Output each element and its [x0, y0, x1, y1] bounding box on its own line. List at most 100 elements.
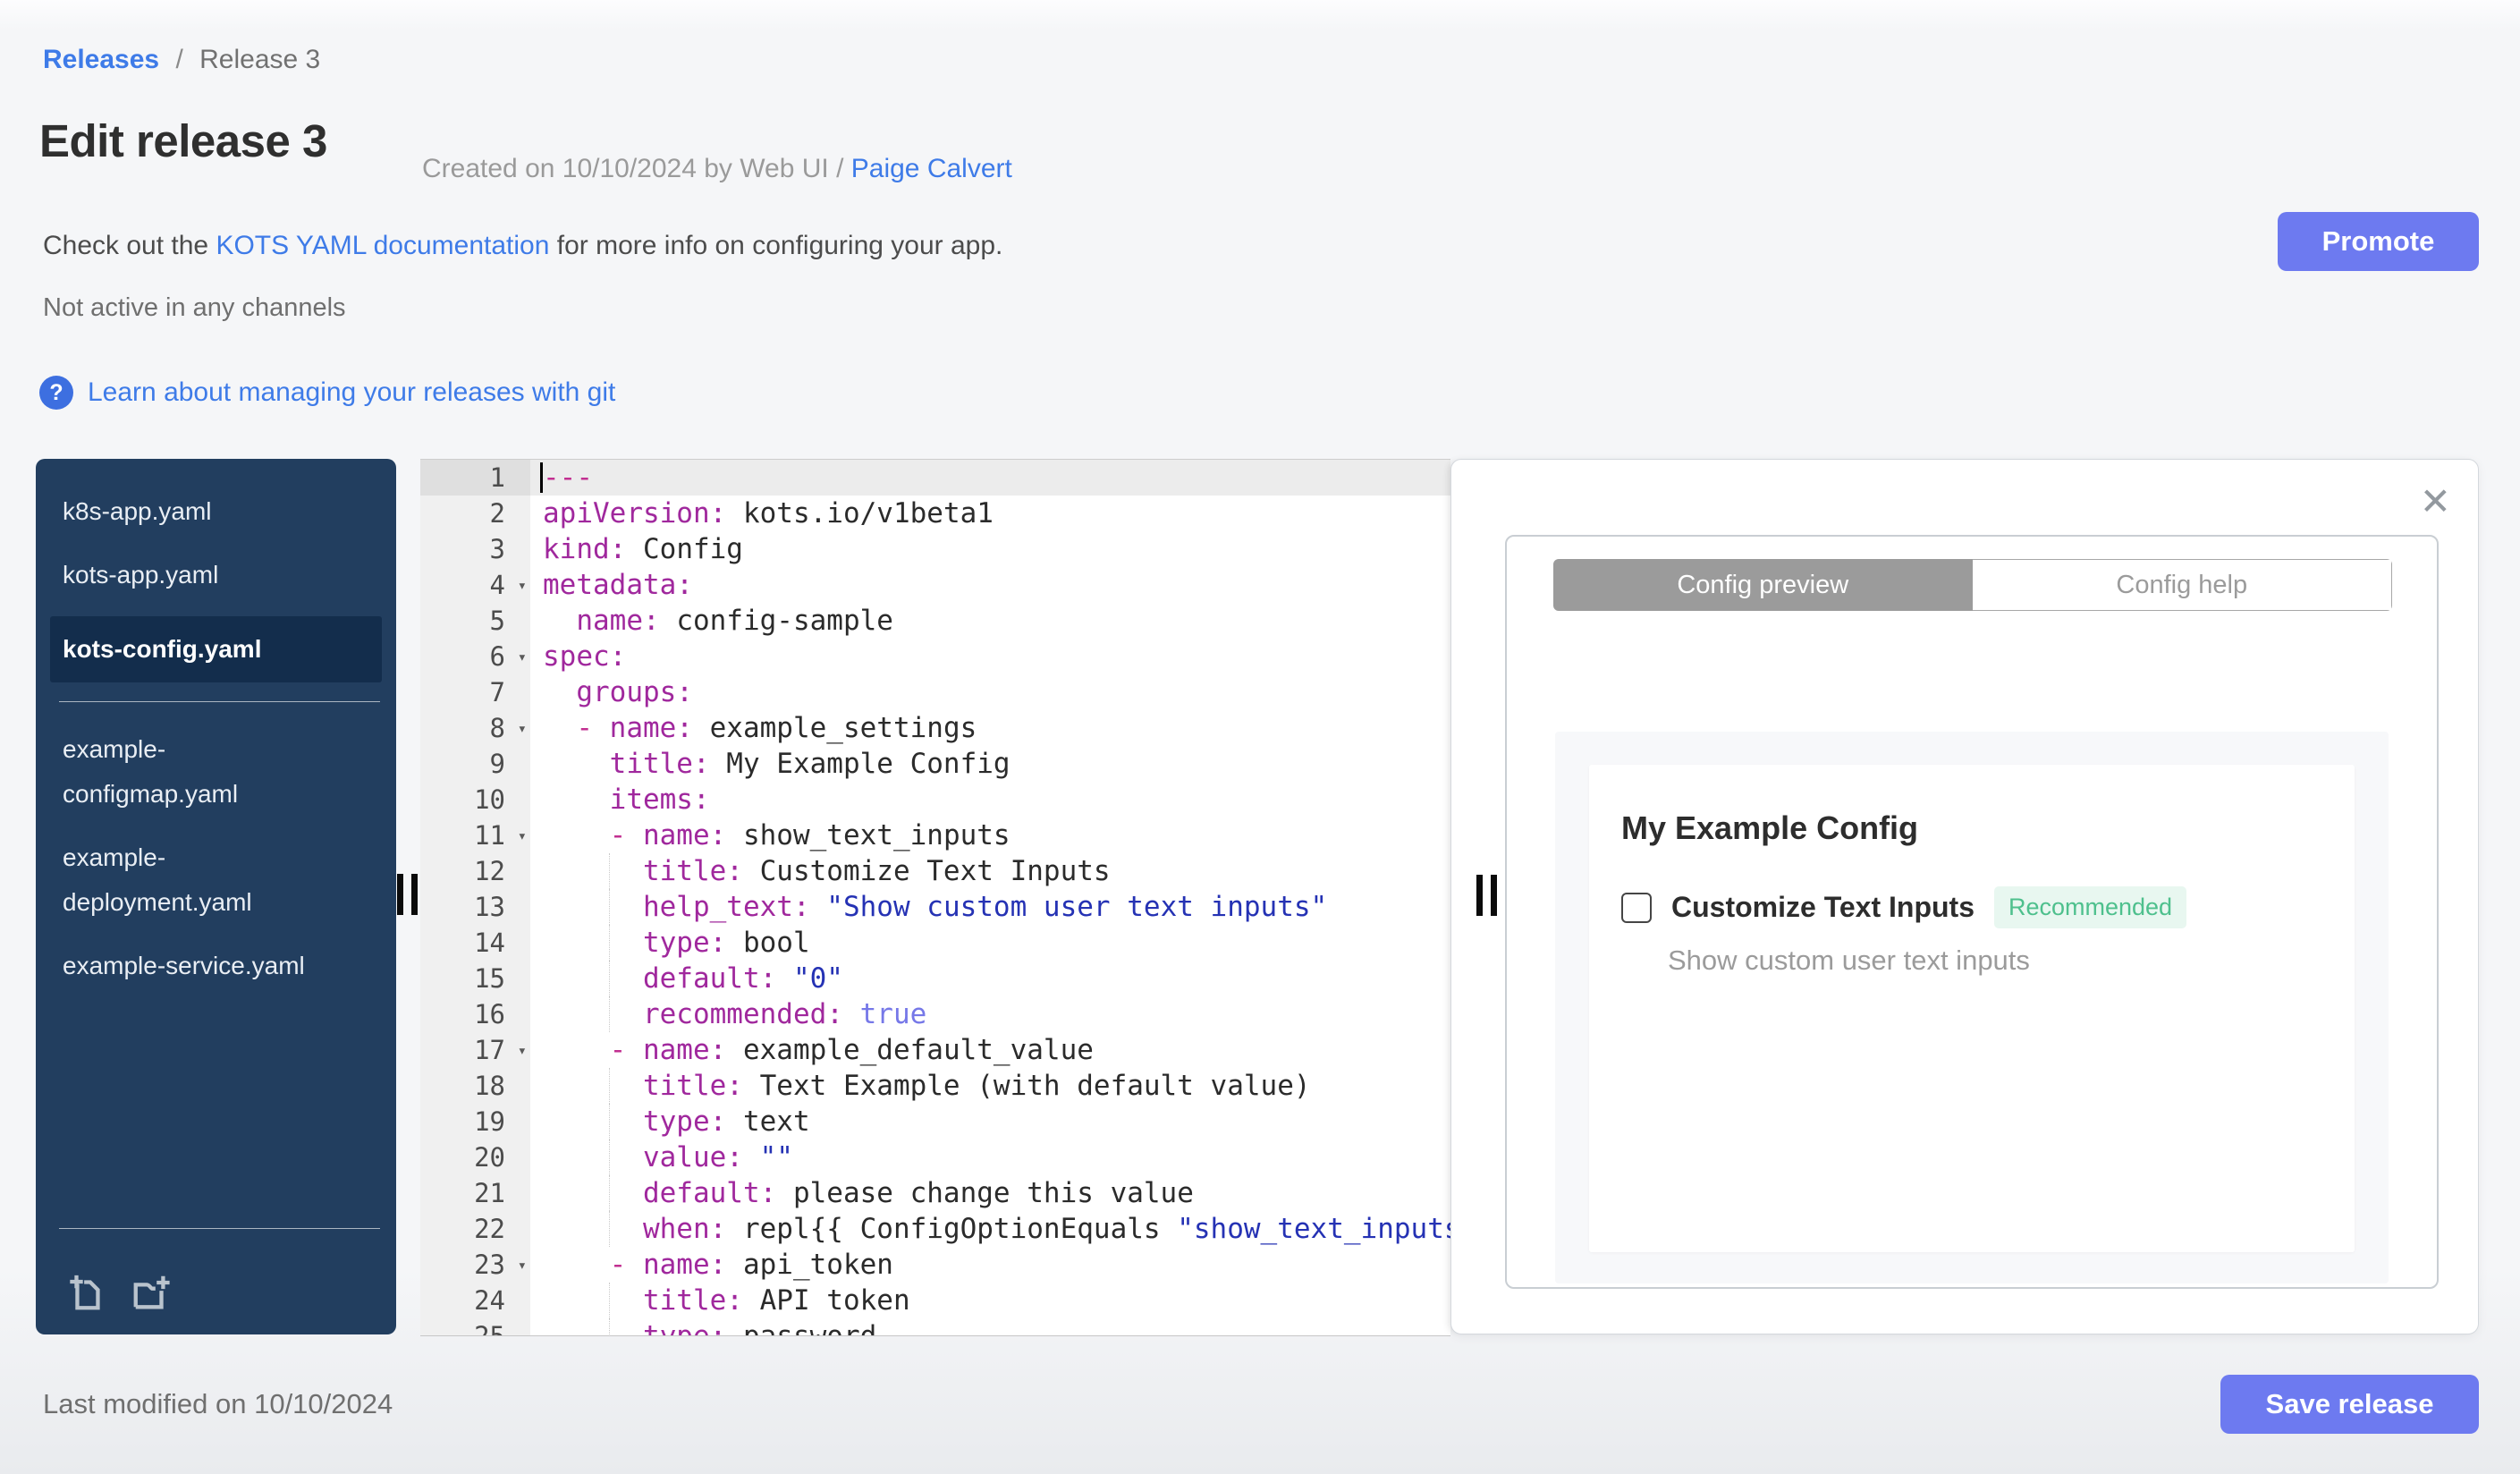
yaml-code-editor[interactable]: 1 --- 2 apiVersion: kots.io/v1beta1 3 kind: C… [420, 459, 1450, 1336]
code-text: when: repl{{ ConfigOptionEquals "show_te… [530, 1211, 1450, 1247]
config-item-help-text: Show custom user text inputs [1668, 945, 2030, 976]
code-text: type: bool [530, 925, 1450, 961]
tab-config-preview[interactable]: Config preview [1553, 559, 1973, 611]
code-line[interactable]: 17 ▾ - name: example_default_value [420, 1032, 1450, 1068]
splitter-bar [1476, 875, 1483, 916]
code-text: kind: Config [543, 533, 743, 565]
file-item-example-service.yaml[interactable]: example-service.yaml [36, 944, 322, 988]
code-line[interactable]: 5 name: config-sample [420, 603, 1450, 639]
fold-arrow-icon[interactable]: ▾ [518, 568, 527, 604]
code-line[interactable]: 22 when: repl{{ ConfigOptionEquals "show… [420, 1211, 1450, 1247]
code-line[interactable]: 21 default: please change this value [420, 1175, 1450, 1211]
line-number: 4 ▾ [420, 567, 530, 603]
fold-arrow-icon[interactable]: ▾ [518, 818, 527, 854]
git-releases-link[interactable]: Learn about managing your releases with … [88, 377, 615, 408]
line-number: 20 [420, 1139, 530, 1175]
code-text: value: "" [530, 1139, 1450, 1175]
file-item-example-deployment.yaml[interactable]: example-deployment.yaml [36, 835, 322, 925]
channel-status: Not active in any channels [43, 293, 346, 322]
kots-yaml-doc-link[interactable]: KOTS YAML documentation [216, 231, 549, 260]
breadcrumb: Releases / Release 3 [43, 45, 320, 75]
indent-guide [609, 996, 610, 1032]
code-line[interactable]: 11 ▾ - name: show_text_inputs [420, 817, 1450, 853]
code-text: spec: [543, 640, 627, 673]
preview-card: Config preview Config help My Example Co… [1505, 535, 2439, 1289]
fold-arrow-icon[interactable]: ▾ [518, 640, 527, 675]
line-number: 7 [420, 674, 530, 710]
text-cursor [540, 462, 543, 493]
code-text: groups: [576, 676, 693, 708]
code-line[interactable]: 13 help_text: "Show custom user text inp… [420, 889, 1450, 925]
page-title: Edit release 3 [39, 115, 327, 166]
code-text: --- [530, 460, 1450, 496]
code-line[interactable]: 6 ▾ spec: [420, 639, 1450, 674]
code-line[interactable]: 24 title: API token [420, 1283, 1450, 1318]
close-icon[interactable]: ✕ [2420, 483, 2451, 521]
splitter-bar [1491, 875, 1497, 916]
file-item-example-configmap.yaml[interactable]: example-configmap.yaml [36, 727, 322, 817]
code-line[interactable]: 15 default: "0" [420, 961, 1450, 996]
code-line[interactable]: 12 title: Customize Text Inputs [420, 853, 1450, 889]
line-number: 13 [420, 889, 530, 925]
file-item-kots-app.yaml[interactable]: kots-app.yaml [36, 553, 322, 597]
code-line[interactable]: 10 items: [420, 782, 1450, 817]
author-link[interactable]: Paige Calvert [851, 154, 1012, 183]
code-line[interactable]: 23 ▾ - name: api_token [420, 1247, 1450, 1283]
code-line[interactable]: 18 title: Text Example (with default val… [420, 1068, 1450, 1104]
line-number: 25 [420, 1318, 530, 1335]
indent-guide [609, 889, 610, 925]
line-number: 10 [420, 782, 530, 817]
customize-text-inputs-checkbox[interactable] [1621, 892, 1652, 923]
config-group-card: My Example Config Customize Text Inputs … [1589, 765, 2355, 1252]
code-text: default: "0" [530, 961, 1450, 996]
code-line[interactable]: 9 title: My Example Config [420, 746, 1450, 782]
line-number: 2 [420, 496, 530, 531]
code-text: title: Customize Text Inputs [530, 853, 1450, 889]
code-line[interactable]: 25 type: password [420, 1318, 1450, 1335]
code-line[interactable]: 1 --- [420, 460, 1450, 496]
git-help-row: ? Learn about managing your releases wit… [39, 376, 615, 410]
code-line[interactable]: 3 kind: Config [420, 531, 1450, 567]
created-text: Created on 10/10/2024 by Web UI / [422, 154, 851, 183]
doc-hint-suffix: for more info on configuring your app. [549, 231, 1003, 260]
code-line[interactable]: 7 groups: [420, 674, 1450, 710]
line-number: 18 [420, 1068, 530, 1104]
line-number: 6 ▾ [420, 639, 530, 674]
code-line[interactable]: 2 apiVersion: kots.io/v1beta1 [420, 496, 1450, 531]
breadcrumb-releases-link[interactable]: Releases [43, 45, 159, 74]
file-plus-icon[interactable] [66, 1272, 107, 1313]
indent-guide [609, 1139, 610, 1175]
config-item-row: Customize Text Inputs Recommended [1621, 886, 2355, 928]
last-modified-text: Last modified on 10/10/2024 [43, 1388, 393, 1419]
tab-config-help[interactable]: Config help [1972, 559, 2392, 611]
file-item-k8s-app.yaml[interactable]: k8s-app.yaml [36, 489, 322, 534]
file-sidebar: k8s-app.yaml kots-app.yaml kots-config.yam… [36, 459, 396, 1334]
code-text: - name: show_text_inputs [609, 819, 1011, 851]
fold-arrow-icon[interactable]: ▾ [518, 711, 527, 747]
sidebar-footer [36, 1212, 396, 1334]
sidebar-editor-splitter-handle[interactable] [397, 874, 418, 915]
save-release-button[interactable]: Save release [2220, 1375, 2479, 1434]
code-line[interactable]: 14 type: bool [420, 925, 1450, 961]
indent-guide [609, 1175, 610, 1211]
fold-arrow-icon[interactable]: ▾ [518, 1248, 527, 1283]
code-line[interactable]: 16 recommended: true [420, 996, 1450, 1032]
code-line[interactable]: 20 value: "" [420, 1139, 1450, 1175]
code-line[interactable]: 19 type: text [420, 1104, 1450, 1139]
file-item-kots-config.yaml[interactable]: kots-config.yaml [50, 616, 382, 682]
created-info: Created on 10/10/2024 by Web UI / Paige … [422, 154, 1012, 184]
line-number: 19 [420, 1104, 530, 1139]
code-line[interactable]: 8 ▾ - name: example_settings [420, 710, 1450, 746]
fold-arrow-icon[interactable]: ▾ [518, 1033, 527, 1069]
line-number: 24 [420, 1283, 530, 1318]
indent-guide [609, 1283, 610, 1318]
line-number: 16 [420, 996, 530, 1032]
line-number: 15 [420, 961, 530, 996]
indent-guide [609, 925, 610, 961]
code-line[interactable]: 4 ▾ metadata: [420, 567, 1450, 603]
line-number: 1 [420, 460, 530, 496]
editor-panel-splitter-handle[interactable] [1476, 875, 1497, 916]
folder-plus-icon[interactable] [131, 1272, 172, 1313]
promote-button[interactable]: Promote [2278, 212, 2479, 271]
indent-guide [609, 853, 610, 889]
